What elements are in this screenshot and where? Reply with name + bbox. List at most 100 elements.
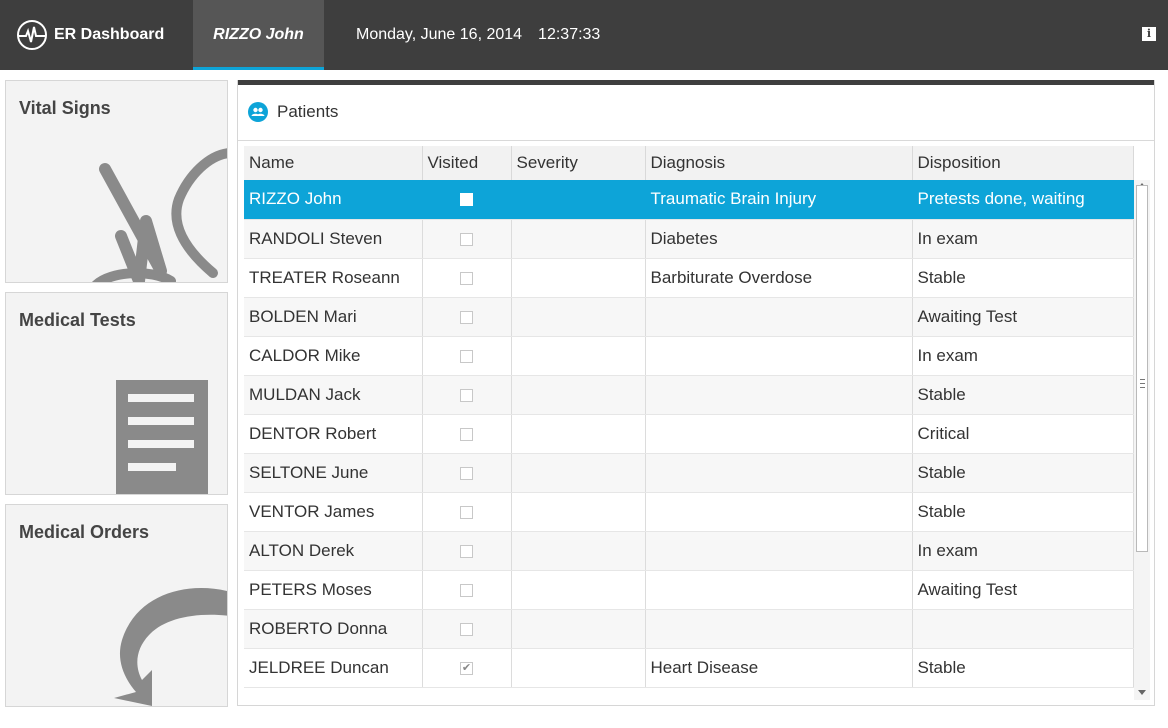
- cell-name: SELTONE June: [244, 453, 423, 493]
- table-row[interactable]: RANDOLI Steven Diabetes In exam: [244, 219, 1134, 259]
- cell-diagnosis: [645, 570, 913, 610]
- cell-visited: [422, 492, 512, 532]
- tile-medical-orders-label: Medical Orders: [19, 522, 150, 542]
- cell-disposition: [912, 609, 1134, 649]
- column-header-severity[interactable]: Severity: [511, 146, 646, 180]
- visited-checkbox[interactable]: [460, 388, 473, 402]
- table-row[interactable]: JELDREE Duncan ✔ Heart Disease Stable: [244, 648, 1134, 688]
- cell-visited: [422, 375, 512, 415]
- cell-visited: ✔: [422, 648, 512, 688]
- column-header-diagnosis[interactable]: Diagnosis: [645, 146, 913, 180]
- visited-checkbox[interactable]: [460, 622, 473, 636]
- scroll-down-icon[interactable]: [1138, 690, 1146, 695]
- table-header-row: Name Visited Severity Diagnosis Disposit…: [244, 146, 1134, 180]
- cell-severity: [511, 180, 646, 220]
- table-row[interactable]: PETERS Moses Awaiting Test: [244, 570, 1134, 610]
- cell-visited: [422, 609, 512, 649]
- cell-severity: [511, 414, 646, 454]
- visited-checkbox[interactable]: [460, 271, 473, 285]
- visited-checkbox[interactable]: [460, 193, 473, 207]
- cell-disposition: Stable: [912, 258, 1134, 298]
- cell-disposition: In exam: [912, 531, 1134, 571]
- cell-severity: [511, 375, 646, 415]
- heartbeat-icon: [17, 20, 47, 50]
- tile-vital-signs-label: Vital Signs: [19, 98, 111, 118]
- cell-diagnosis: [645, 414, 913, 454]
- tile-medical-tests[interactable]: Medical Tests: [5, 292, 228, 495]
- table-row[interactable]: BOLDEN Mari Awaiting Test: [244, 297, 1134, 337]
- cell-disposition: Awaiting Test: [912, 297, 1134, 337]
- scrollbar-grip-icon: [1140, 379, 1145, 388]
- cell-name: JELDREE Duncan: [244, 648, 423, 688]
- cell-diagnosis: [645, 453, 913, 493]
- cell-visited: [422, 453, 512, 493]
- scrollbar-thumb[interactable]: [1136, 185, 1148, 552]
- document-icon: [116, 380, 208, 494]
- people-icon: [248, 102, 268, 122]
- cell-name: RIZZO John: [244, 180, 423, 220]
- cell-severity: [511, 258, 646, 298]
- vertical-scrollbar[interactable]: [1134, 180, 1150, 700]
- patients-grid: Name Visited Severity Diagnosis Disposit…: [244, 146, 1150, 700]
- table-row[interactable]: MULDAN Jack Stable: [244, 375, 1134, 415]
- cell-disposition: Stable: [912, 375, 1134, 415]
- column-header-disposition[interactable]: Disposition: [912, 146, 1134, 180]
- cell-name: ROBERTO Donna: [244, 609, 423, 649]
- cell-name: PETERS Moses: [244, 570, 423, 610]
- column-header-visited[interactable]: Visited: [422, 146, 512, 180]
- cell-severity: [511, 648, 646, 688]
- tile-medical-orders[interactable]: Medical Orders: [5, 504, 228, 707]
- cell-disposition: In exam: [912, 219, 1134, 259]
- column-header-name[interactable]: Name: [244, 146, 423, 180]
- visited-checkbox[interactable]: [460, 583, 473, 597]
- cell-disposition: Stable: [912, 453, 1134, 493]
- table-row[interactable]: DENTOR Robert Critical: [244, 414, 1134, 454]
- date-time-display: Monday, June 16, 2014 12:37:33: [356, 0, 600, 70]
- patients-panel-header: Patients: [248, 100, 338, 124]
- tab-current-patient[interactable]: RIZZO John: [193, 0, 324, 70]
- table-row[interactable]: CALDOR Mike In exam: [244, 336, 1134, 376]
- top-bar: ER Dashboard RIZZO John Monday, June 16,…: [0, 0, 1168, 70]
- cell-diagnosis: [645, 336, 913, 376]
- cell-severity: [511, 531, 646, 571]
- cell-severity: [511, 297, 646, 337]
- cell-disposition: Stable: [912, 492, 1134, 532]
- cell-disposition: Stable: [912, 648, 1134, 688]
- cell-disposition: Critical: [912, 414, 1134, 454]
- cell-visited: [422, 336, 512, 376]
- visited-checkbox[interactable]: [460, 505, 473, 519]
- table-row[interactable]: SELTONE June Stable: [244, 453, 1134, 493]
- patients-table: Name Visited Severity Diagnosis Disposit…: [244, 146, 1134, 688]
- cell-name: TREATER Roseann: [244, 258, 423, 298]
- cell-visited: [422, 414, 512, 454]
- visited-checkbox[interactable]: [460, 232, 473, 246]
- visited-checkbox[interactable]: [460, 349, 473, 363]
- table-row[interactable]: VENTOR James Stable: [244, 492, 1134, 532]
- visited-checkbox-checked[interactable]: ✔: [460, 661, 473, 675]
- tile-vital-signs[interactable]: Vital Signs: [5, 80, 228, 283]
- cell-severity: [511, 219, 646, 259]
- visited-checkbox[interactable]: [460, 544, 473, 558]
- table-body: RIZZO John Traumatic Brain Injury Pretests…: [244, 180, 1134, 688]
- visited-checkbox[interactable]: [460, 466, 473, 480]
- cell-name: RANDOLI Steven: [244, 219, 423, 259]
- cell-severity: [511, 492, 646, 532]
- arrow-icon: [114, 588, 227, 706]
- visited-checkbox[interactable]: [460, 427, 473, 441]
- active-tab-indicator: [193, 67, 324, 70]
- info-icon[interactable]: i: [1142, 27, 1156, 41]
- patient-tab-label: RIZZO John: [213, 26, 304, 43]
- cell-severity: [511, 453, 646, 493]
- visited-checkbox[interactable]: [460, 310, 473, 324]
- cell-diagnosis: [645, 375, 913, 415]
- current-time: 12:37:33: [538, 26, 601, 43]
- table-row[interactable]: ALTON Derek In exam: [244, 531, 1134, 571]
- cell-name: VENTOR James: [244, 492, 423, 532]
- cell-name: CALDOR Mike: [244, 336, 423, 376]
- table-row[interactable]: ROBERTO Donna: [244, 609, 1134, 649]
- tile-medical-tests-label: Medical Tests: [19, 310, 136, 330]
- table-row[interactable]: RIZZO John Traumatic Brain Injury Pretests…: [244, 180, 1134, 220]
- cell-visited: [422, 258, 512, 298]
- table-row[interactable]: TREATER Roseann Barbiturate Overdose Stabl…: [244, 258, 1134, 298]
- app-brand[interactable]: ER Dashboard: [0, 0, 193, 70]
